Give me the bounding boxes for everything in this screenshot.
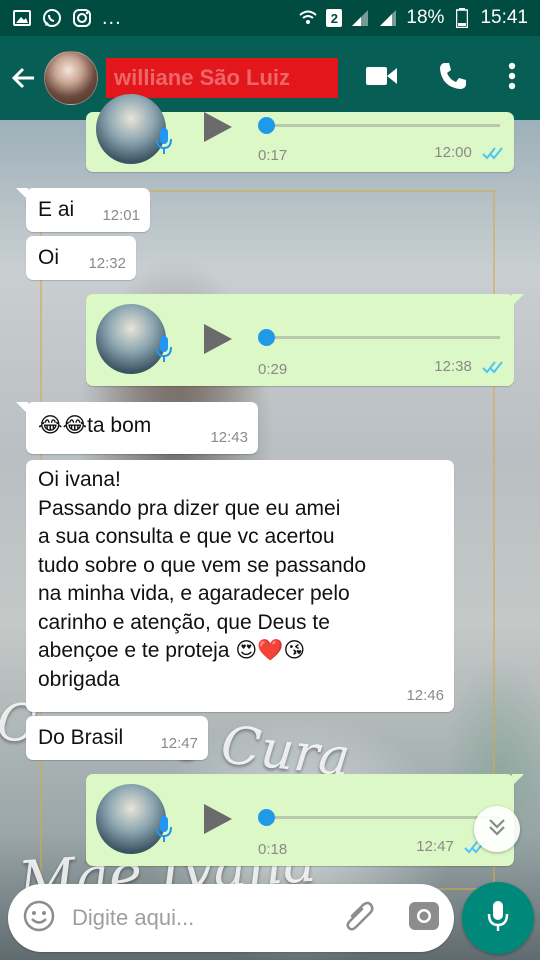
message-input[interactable]: Digite aqui... xyxy=(72,905,344,931)
message-time: 12:00 xyxy=(434,144,504,164)
message-list[interactable]: 0:17 12:00 E ai 12:01 Oi 12:32 0:29 12:3… xyxy=(0,94,540,880)
voice-message[interactable]: 0:29 12:38 xyxy=(86,294,524,386)
audio-track[interactable] xyxy=(260,124,500,127)
message-composer: Digite aqui... xyxy=(8,884,454,952)
voice-message[interactable]: 0:18 12:47 xyxy=(86,774,524,866)
mic-icon xyxy=(154,126,174,156)
play-icon[interactable] xyxy=(202,322,234,356)
battery-percent: 18% xyxy=(406,7,445,28)
contact-name[interactable]: williane São Luiz xyxy=(106,58,338,98)
message-time: 12:32 xyxy=(88,255,126,272)
whatsapp-icon xyxy=(42,8,62,28)
message-line: abençoe e te proteja 😍❤️😘 xyxy=(38,639,306,662)
message-line: na minha vida, e agaradecer pelo xyxy=(38,582,350,605)
mic-icon xyxy=(486,899,510,938)
voice-message[interactable]: 0:17 12:00 xyxy=(86,94,514,172)
mic-icon xyxy=(154,334,174,364)
scroll-to-bottom-button[interactable] xyxy=(474,806,520,852)
audio-track[interactable] xyxy=(260,336,500,339)
message-time: 12:47 xyxy=(160,735,198,752)
voice-duration: 0:29 xyxy=(258,361,288,378)
clock: 15:41 xyxy=(480,7,528,28)
message-text: Oi ivana! Passando pra dizer que eu amei… xyxy=(26,460,454,702)
message-line: obrigada xyxy=(38,667,120,691)
audio-seek-knob[interactable] xyxy=(258,809,275,826)
contact-avatar[interactable] xyxy=(44,51,98,105)
attach-icon[interactable] xyxy=(344,900,374,937)
battery-icon xyxy=(452,8,472,28)
emoji-icon[interactable] xyxy=(22,899,56,938)
wifi-icon xyxy=(298,8,318,28)
audio-track[interactable] xyxy=(260,816,500,819)
message-time: 12:01 xyxy=(102,207,140,224)
message-time: 12:43 xyxy=(210,429,248,446)
message-line: Oi ivana! xyxy=(38,468,121,491)
message-time: 12:38 xyxy=(434,358,504,378)
message-time: 12:46 xyxy=(406,687,444,704)
voice-duration: 0:18 xyxy=(258,841,288,858)
audio-seek-knob[interactable] xyxy=(258,117,275,134)
incoming-message[interactable]: E ai 12:01 xyxy=(16,188,150,232)
message-line: carinho e atenção, que Deus te xyxy=(38,610,330,634)
voice-duration: 0:17 xyxy=(258,147,288,164)
mic-icon xyxy=(154,814,174,844)
audio-seek-knob[interactable] xyxy=(258,329,275,346)
message-line: a sua consulta e que vc acertou xyxy=(38,525,335,548)
incoming-message[interactable]: Oi ivana! Passando pra dizer que eu amei… xyxy=(26,460,454,712)
chat-header: williane São Luiz xyxy=(0,36,540,120)
double-check-icon xyxy=(482,360,504,378)
phone-icon[interactable] xyxy=(438,61,468,96)
chevron-double-down-icon xyxy=(486,816,508,843)
message-time: 12:47 xyxy=(416,838,486,858)
message-line: tudo sobre o que vem se passando xyxy=(38,553,367,577)
more-notifications-icon: ... xyxy=(102,6,122,29)
sim-badge: 2 xyxy=(326,9,343,27)
record-voice-button[interactable] xyxy=(462,882,534,954)
double-check-icon xyxy=(482,146,504,164)
more-vert-icon[interactable] xyxy=(508,62,516,95)
signal-icon-1 xyxy=(350,8,370,28)
incoming-message[interactable]: 😂😂ta bom 12:43 xyxy=(16,402,258,454)
incoming-message[interactable]: Oi 12:32 xyxy=(26,236,136,280)
incoming-message[interactable]: Do Brasil 12:47 xyxy=(26,716,208,760)
camera-icon[interactable] xyxy=(408,901,440,936)
play-icon[interactable] xyxy=(202,110,234,144)
gallery-icon xyxy=(12,8,32,28)
signal-icon-2 xyxy=(378,8,398,28)
video-call-icon[interactable] xyxy=(366,65,398,92)
back-arrow-icon[interactable] xyxy=(10,64,38,92)
instagram-icon xyxy=(72,8,92,28)
status-bar: ... 2 18% 15:41 xyxy=(0,0,540,36)
message-line: Passando pra dizer que eu amei xyxy=(38,496,341,520)
play-icon[interactable] xyxy=(202,802,234,836)
